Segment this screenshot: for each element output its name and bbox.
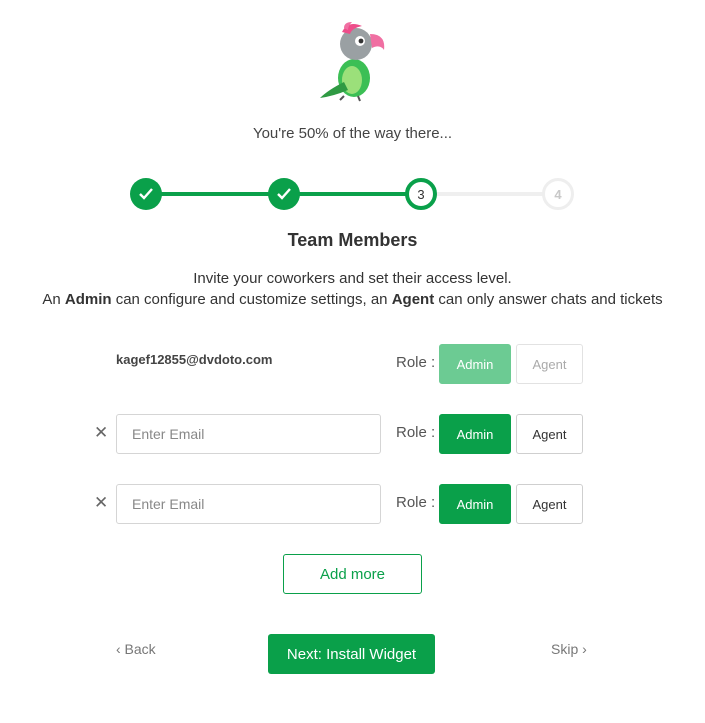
desc-text: can only answer chats and tickets [434,291,663,308]
desc-agent-term: Agent [391,291,435,308]
description-line-2: An Admin can configure and customize set… [0,289,705,310]
agent-role-button[interactable]: Agent [516,484,583,524]
member-row-owner: kagef12855@dvdoto.com Role : Admin Agent [0,344,705,384]
progress-stepper: 3 4 [0,177,705,211]
step-4: 4 [542,178,574,210]
agent-role-button[interactable]: Agent [516,414,583,454]
close-icon[interactable]: ✕ [94,424,110,442]
step-2 [268,178,300,210]
progress-text: You're 50% of the way there... [252,125,453,142]
agent-role-button[interactable]: Agent [516,344,583,384]
desc-text: An [42,291,65,308]
step-1 [130,178,162,210]
step-connector [422,192,558,196]
step-connector [146,192,284,196]
close-icon[interactable]: ✕ [94,494,110,512]
checkmark-icon [139,188,153,200]
email-input[interactable] [116,414,381,454]
role-label: Role : [396,354,436,371]
role-label: Role : [396,424,436,441]
email-input[interactable] [116,484,381,524]
next-install-widget-button[interactable]: Next: Install Widget [268,634,435,674]
admin-role-button[interactable]: Admin [439,414,511,454]
member-row: ✕ Role : Admin Agent [0,414,705,454]
parrot-logo [320,22,385,102]
description-line-1: Invite your coworkers and set their acce… [193,270,512,287]
desc-admin-term: Admin [64,291,112,308]
admin-role-button[interactable]: Admin [439,344,511,384]
member-row: ✕ Role : Admin Agent [0,484,705,524]
back-link[interactable]: ‹ Back [116,641,156,657]
section-description: Invite your coworkers and set their acce… [0,268,705,310]
checkmark-icon [277,188,291,200]
step-connector [284,192,422,196]
role-label: Role : [396,494,436,511]
owner-email: kagef12855@dvdoto.com [116,352,273,367]
section-title: Team Members [287,230,418,250]
admin-role-button[interactable]: Admin [439,484,511,524]
skip-link[interactable]: Skip › [551,641,587,657]
step-3: 3 [405,178,437,210]
desc-text: can configure and customize settings, an [111,291,392,308]
add-more-button[interactable]: Add more [283,554,422,594]
